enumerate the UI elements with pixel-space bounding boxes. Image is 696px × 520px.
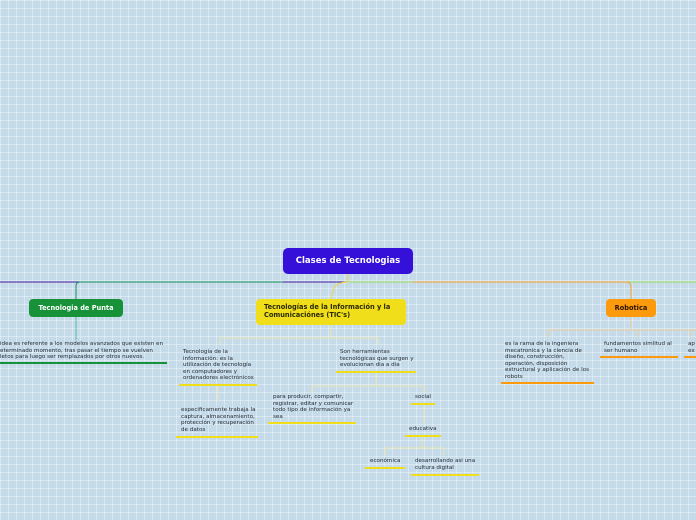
underline-robotica-child1 [501, 382, 594, 384]
tics-economica-text[interactable]: económica [370, 458, 400, 465]
connector-tics [330, 274, 349, 300]
tics-def-text[interactable]: Tecnología de la información: es la util… [183, 349, 263, 382]
punta-child-text[interactable]: idea es referente a los modelos avanzado… [0, 341, 175, 361]
tics-social-text[interactable]: social [415, 394, 431, 401]
underline-educativa [405, 435, 441, 437]
underline-robotica-child3 [684, 356, 696, 358]
topic-tics[interactable]: Tecnologías de la Información y la Comun… [256, 299, 406, 325]
tics-tools-detail-text[interactable]: para producir, compartir, registrar, edi… [273, 394, 368, 420]
connector-robotica-children [547, 317, 696, 337]
underline-economica [365, 467, 405, 469]
underline-punta-child [0, 362, 167, 364]
tics-cultura-text[interactable]: desarrollando asi una cultura digital [415, 458, 490, 471]
underline-tools-detail [268, 422, 356, 424]
robotica-child3-text[interactable]: ap ex [688, 341, 696, 354]
connector-punta [75, 281, 283, 299]
underline-tics-def [179, 384, 257, 386]
underline-robotica-child2 [600, 356, 678, 358]
robotica-child1-text[interactable]: es la rama de la ingeniera mecatronica y… [505, 341, 597, 381]
root-topic[interactable]: Clases de Tecnologias [283, 248, 413, 274]
connector-robotica [413, 281, 632, 299]
robotica-child2-text[interactable]: fundamentos simlitud al ser humano [604, 341, 684, 354]
connector-tools-children [311, 373, 425, 392]
tics-educativa-text[interactable]: educativa [409, 426, 437, 433]
connector-tics-children [219, 325, 379, 345]
topic-tecnologia-de-punta[interactable]: Tecnologia de Punta [29, 299, 123, 317]
underline-social [411, 403, 435, 405]
tics-def-detail-text[interactable]: especificamente trabaja la captura, alma… [181, 407, 266, 433]
underline-def-detail [176, 436, 258, 438]
tics-tools-text[interactable]: Son herramientas tecnológicas que surgen… [340, 349, 425, 369]
underline-cultura [411, 474, 479, 476]
connector-educativa-children [384, 437, 445, 455]
underline-tools [336, 371, 416, 373]
topic-robotica[interactable]: Robotica [606, 299, 656, 317]
